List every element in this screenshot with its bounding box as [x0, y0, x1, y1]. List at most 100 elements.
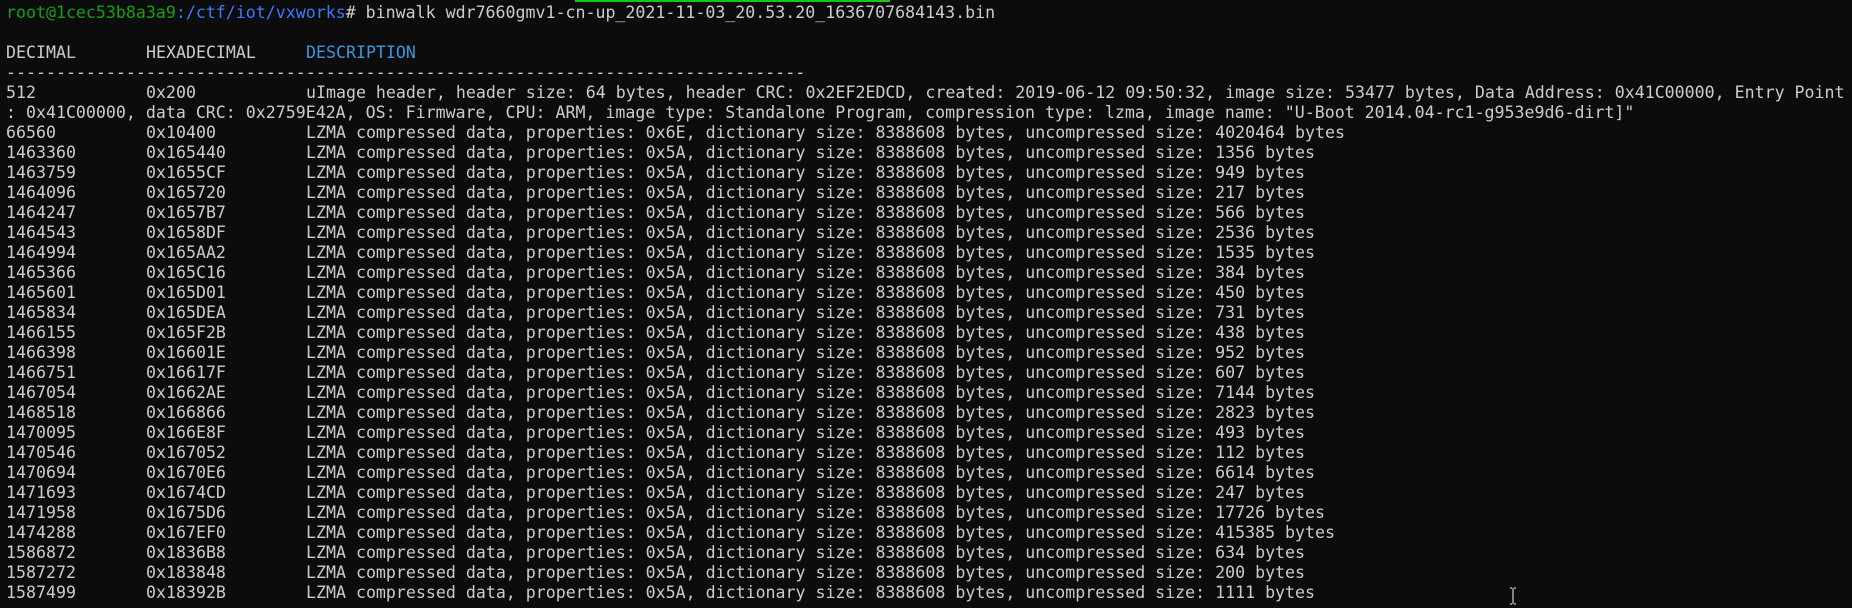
row-hex: 0x166E8F	[146, 423, 226, 442]
row-description: LZMA compressed data, properties: 0x5A, …	[306, 203, 1306, 222]
table-row: 1464543 0x1658DF LZMA compressed data, pro…	[6, 223, 1852, 243]
table-row: 1470546 0x167052 LZMA compressed data, pro…	[6, 443, 1852, 463]
row-description: LZMA compressed data, properties: 0x5A, …	[306, 403, 1316, 422]
terminal-output[interactable]: root@1cec53b8a3a9:/ctf/iot/vxworks# binw…	[6, 3, 1852, 608]
row-decimal: 1470546	[6, 443, 76, 462]
prompt-user-host: root@1cec53b8a3a9	[6, 3, 176, 22]
table-row: 1465601 0x165D01 LZMA compressed data, pro…	[6, 283, 1852, 303]
row-decimal: 1471958	[6, 503, 76, 522]
row-decimal: 512	[6, 83, 36, 102]
prompt-symbol: #	[345, 3, 366, 22]
row-description: LZMA compressed data, properties: 0x5A, …	[306, 523, 1335, 542]
header-hexadecimal: HEXADECIMAL	[146, 43, 256, 62]
row-hex: 0x1670E6	[146, 463, 226, 482]
result-rows: 66560 0x10400 LZMA compressed data, proper…	[6, 123, 1852, 603]
row-decimal: 1465366	[6, 263, 76, 282]
row-description: LZMA compressed data, properties: 0x5A, …	[306, 243, 1316, 262]
table-row: 1470694 0x1670E6 LZMA compressed data, pro…	[6, 463, 1852, 483]
row-decimal: 1464096	[6, 183, 76, 202]
row-hex: 0x1674CD	[146, 483, 226, 502]
row-decimal: 1464247	[6, 203, 76, 222]
table-row: 1587499 0x18392B LZMA compressed data, pro…	[6, 583, 1852, 603]
ibeam-cursor-icon	[1510, 587, 1516, 605]
table-row: 1466751 0x16617F LZMA compressed data, pro…	[6, 363, 1852, 383]
row-decimal: 1587499	[6, 583, 76, 602]
table-row: 1465366 0x165C16 LZMA compressed data, pro…	[6, 263, 1852, 283]
row-hex: 0x165C16	[146, 263, 226, 282]
table-row: 1465834 0x165DEA LZMA compressed data, pro…	[6, 303, 1852, 323]
table-row: 512 0x200 uImage header, header size: 64…	[6, 83, 1852, 103]
row-description: LZMA compressed data, properties: 0x6E, …	[306, 123, 1345, 142]
row-decimal: 1474288	[6, 523, 76, 542]
row-description: LZMA compressed data, properties: 0x5A, …	[306, 383, 1316, 402]
row-hex: 0x1657B7	[146, 203, 226, 222]
table-row: 1464096 0x165720 LZMA compressed data, pro…	[6, 183, 1852, 203]
table-row: 1464247 0x1657B7 LZMA compressed data, pro…	[6, 203, 1852, 223]
table-row: 1587272 0x183848 LZMA compressed data, pro…	[6, 563, 1852, 583]
row-description: uImage header, header size: 64 bytes, he…	[306, 83, 1845, 102]
row-decimal: 1463759	[6, 163, 76, 182]
row-description: LZMA compressed data, properties: 0x5A, …	[306, 563, 1306, 582]
row-description: LZMA compressed data, properties: 0x5A, …	[306, 443, 1306, 462]
row-hex: 0x165AA2	[146, 243, 226, 262]
row-hex: 0x167052	[146, 443, 226, 462]
row-decimal: 1587272	[6, 563, 76, 582]
table-row: 1470095 0x166E8F LZMA compressed data, pro…	[6, 423, 1852, 443]
row-hex: 0x165440	[146, 143, 226, 162]
row-description: LZMA compressed data, properties: 0x5A, …	[306, 303, 1306, 322]
row-decimal: 1467054	[6, 383, 76, 402]
table-row: 1463360 0x165440 LZMA compressed data, pro…	[6, 143, 1852, 163]
row-decimal: 1470694	[6, 463, 76, 482]
row-decimal: 1465834	[6, 303, 76, 322]
header-description: DESCRIPTION	[306, 43, 416, 62]
row-description: LZMA compressed data, properties: 0x5A, …	[306, 363, 1306, 382]
row-description: LZMA compressed data, properties: 0x5A, …	[306, 503, 1326, 522]
command-line: root@1cec53b8a3a9:/ctf/iot/vxworks# binw…	[6, 3, 1852, 23]
table-row: 66560 0x10400 LZMA compressed data, proper…	[6, 123, 1852, 143]
row-description: LZMA compressed data, properties: 0x5A, …	[306, 543, 1306, 562]
row-description: LZMA compressed data, properties: 0x5A, …	[306, 183, 1306, 202]
row-description: LZMA compressed data, properties: 0x5A, …	[306, 163, 1306, 182]
table-row: 1471693 0x1674CD LZMA compressed data, pro…	[6, 483, 1852, 503]
row-decimal: 1465601	[6, 283, 76, 302]
row-decimal: 1466155	[6, 323, 76, 342]
row-hex: 0x10400	[146, 123, 216, 142]
prompt-path: :/ctf/iot/vxworks	[175, 3, 346, 22]
row-hex: 0x165D01	[146, 283, 226, 302]
row-hex: 0x167EF0	[146, 523, 226, 542]
row-description: LZMA compressed data, properties: 0x5A, …	[306, 343, 1306, 362]
row-decimal: 1464543	[6, 223, 76, 242]
row-hex: 0x1658DF	[146, 223, 226, 242]
separator-line: ----------------------------------------…	[6, 63, 806, 82]
row-hex: 0x16617F	[146, 363, 226, 382]
row-hex: 0x1662AE	[146, 383, 226, 402]
header-decimal: DECIMAL	[6, 43, 76, 62]
table-row: 1471958 0x1675D6 LZMA compressed data, pro…	[6, 503, 1852, 523]
table-row: 1464994 0x165AA2 LZMA compressed data, pro…	[6, 243, 1852, 263]
row-hex: 0x165DEA	[146, 303, 226, 322]
row-decimal: 1466751	[6, 363, 76, 382]
row-decimal: 66560	[6, 123, 56, 142]
row-decimal: 1586872	[6, 543, 76, 562]
table-header: DECIMAL HEXADECIMAL DESCRIPTION	[6, 43, 1852, 63]
table-row: 1466398 0x16601E LZMA compressed data, pro…	[6, 343, 1852, 363]
row-description: LZMA compressed data, properties: 0x5A, …	[306, 223, 1316, 242]
table-row: 1467054 0x1662AE LZMA compressed data, pro…	[6, 383, 1852, 403]
window-tab-indicator	[575, 0, 890, 2]
row-hex: 0x1836B8	[146, 543, 226, 562]
row-hex: 0x18392B	[146, 583, 226, 602]
row-description: LZMA compressed data, properties: 0x5A, …	[306, 483, 1306, 502]
table-row: 1474288 0x167EF0 LZMA compressed data, pro…	[6, 523, 1852, 543]
row-description-wrap: : 0x41C00000, data CRC: 0x2759E42A, OS: …	[6, 103, 1635, 122]
row-hex: 0x1655CF	[146, 163, 226, 182]
row-description: LZMA compressed data, properties: 0x5A, …	[306, 463, 1316, 482]
table-row: 1468518 0x166866 LZMA compressed data, pro…	[6, 403, 1852, 423]
command-text: binwalk wdr7660gmv1-cn-up_2021-11-03_20.…	[365, 3, 996, 22]
row-hex: 0x166866	[146, 403, 226, 422]
row-description: LZMA compressed data, properties: 0x5A, …	[306, 423, 1306, 442]
row-hex: 0x200	[146, 83, 196, 102]
row-hex: 0x183848	[146, 563, 226, 582]
row-decimal: 1468518	[6, 403, 76, 422]
row-hex: 0x165720	[146, 183, 226, 202]
